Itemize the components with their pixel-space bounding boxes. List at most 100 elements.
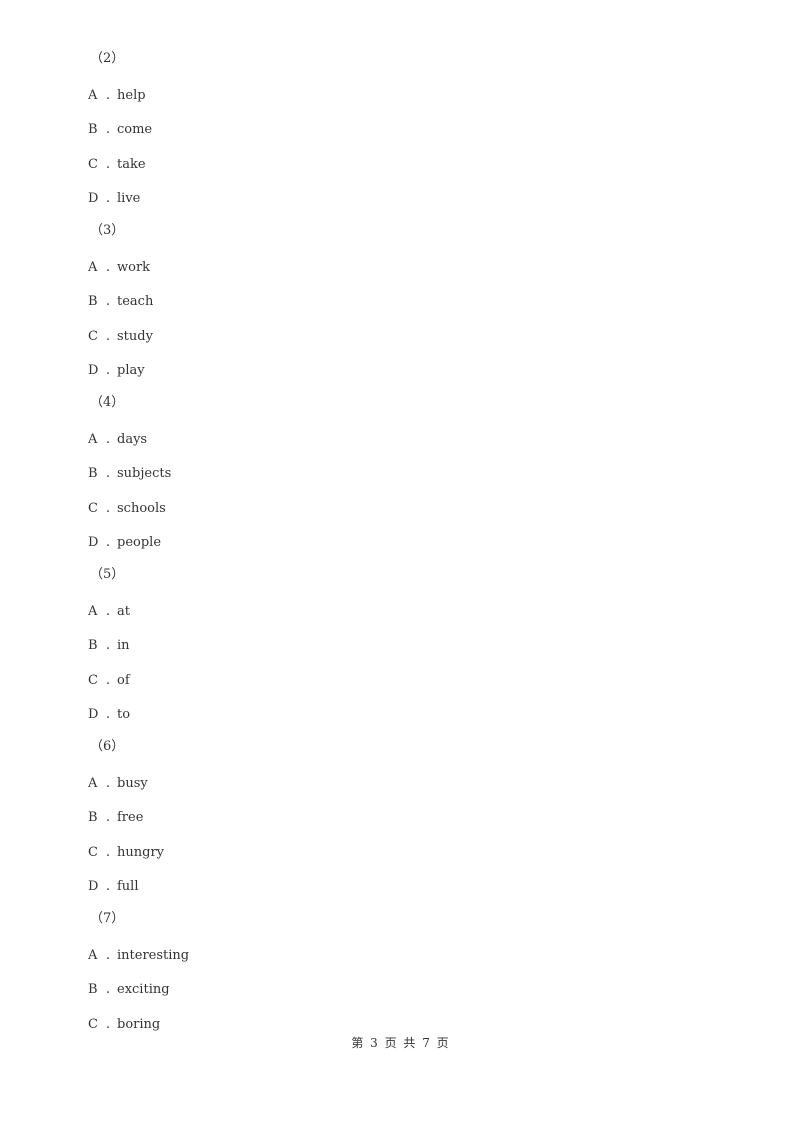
option-text: hungry (117, 845, 164, 860)
option-b: B. teach (88, 294, 153, 310)
option-text: full (117, 879, 139, 894)
option-letter: D (88, 191, 99, 206)
option-text: study (117, 329, 153, 344)
option-text: subjects (117, 466, 172, 481)
option-letter: B (88, 122, 98, 137)
option-a: A. work (88, 260, 150, 276)
option-letter: A (88, 432, 98, 447)
option-separator: . (105, 638, 111, 653)
option-letter: B (88, 638, 98, 653)
option-a: A. at (88, 604, 130, 620)
option-letter: C (88, 845, 98, 860)
option-d: D. live (88, 191, 140, 207)
option-letter: D (88, 879, 99, 894)
option-letter: A (88, 604, 98, 619)
option-letter: A (88, 260, 98, 275)
option-text: exciting (117, 982, 170, 997)
option-text: days (117, 432, 148, 447)
option-separator: . (105, 329, 111, 344)
option-a: A. days (88, 432, 147, 448)
option-letter: B (88, 466, 98, 481)
option-separator: . (105, 294, 111, 309)
option-b: B. come (88, 122, 152, 138)
option-separator: . (105, 810, 111, 825)
option-separator: . (105, 776, 111, 791)
option-d: D. people (88, 535, 161, 551)
option-text: come (117, 122, 153, 137)
option-separator: . (105, 948, 111, 963)
option-separator: . (105, 535, 111, 550)
option-b: B. free (88, 810, 143, 826)
option-text: teach (117, 294, 154, 309)
option-separator: . (105, 122, 111, 137)
option-separator: . (105, 1017, 111, 1032)
option-b: B. in (88, 638, 130, 654)
question-number: （5） (90, 567, 125, 582)
option-letter: D (88, 535, 99, 550)
option-text: live (117, 191, 141, 206)
option-text: busy (117, 776, 148, 791)
option-d: D. to (88, 707, 130, 723)
option-text: schools (117, 501, 166, 516)
option-c: C. boring (88, 1017, 160, 1033)
option-text: take (117, 157, 146, 172)
option-text: play (117, 363, 145, 378)
option-text: free (117, 810, 144, 825)
option-separator: . (105, 501, 111, 516)
option-letter: C (88, 673, 98, 688)
option-letter: C (88, 157, 98, 172)
option-text: interesting (117, 948, 190, 963)
option-text: to (117, 707, 131, 722)
option-letter: B (88, 294, 98, 309)
option-separator: . (105, 707, 111, 722)
option-letter: A (88, 776, 98, 791)
option-letter: D (88, 707, 99, 722)
option-letter: B (88, 982, 98, 997)
option-separator: . (105, 466, 111, 481)
option-letter: B (88, 810, 98, 825)
page-footer: 第 3 页 共 7 页 (351, 1036, 449, 1050)
option-a: A. busy (88, 776, 148, 792)
option-c: C. study (88, 329, 153, 345)
option-separator: . (105, 260, 111, 275)
option-text: at (117, 604, 130, 619)
option-letter: C (88, 1017, 98, 1032)
option-separator: . (105, 982, 111, 997)
option-letter: A (88, 948, 98, 963)
option-c: C. hungry (88, 845, 164, 861)
option-d: D. play (88, 363, 145, 379)
option-a: A. help (88, 88, 146, 104)
option-text: work (117, 260, 151, 275)
option-separator: . (105, 879, 111, 894)
option-letter: C (88, 501, 98, 516)
option-b: B. exciting (88, 982, 170, 998)
question-number: （6） (90, 739, 125, 754)
question-number: （4） (90, 395, 125, 410)
option-separator: . (105, 363, 111, 378)
question-number: （2） (90, 51, 125, 66)
option-d: D. full (88, 879, 139, 895)
option-text: in (117, 638, 130, 653)
question-number: （7） (90, 911, 125, 926)
option-separator: . (105, 191, 111, 206)
option-c: C. schools (88, 501, 166, 517)
option-text: help (117, 88, 146, 103)
option-text: boring (117, 1017, 161, 1032)
option-letter: C (88, 329, 98, 344)
option-separator: . (105, 845, 111, 860)
option-b: B. subjects (88, 466, 171, 482)
option-letter: D (88, 363, 99, 378)
option-a: A. interesting (88, 948, 189, 964)
option-separator: . (105, 604, 111, 619)
option-c: C. take (88, 157, 146, 173)
option-separator: . (105, 88, 111, 103)
document-page: （2） A. help B. come C. take D. live （3） A. wo… (0, 0, 800, 1132)
option-separator: . (105, 432, 111, 447)
option-text: of (117, 673, 130, 688)
option-text: people (117, 535, 162, 550)
option-separator: . (105, 673, 111, 688)
option-c: C. of (88, 673, 130, 689)
option-separator: . (105, 157, 111, 172)
option-letter: A (88, 88, 98, 103)
question-number: （3） (90, 223, 125, 238)
